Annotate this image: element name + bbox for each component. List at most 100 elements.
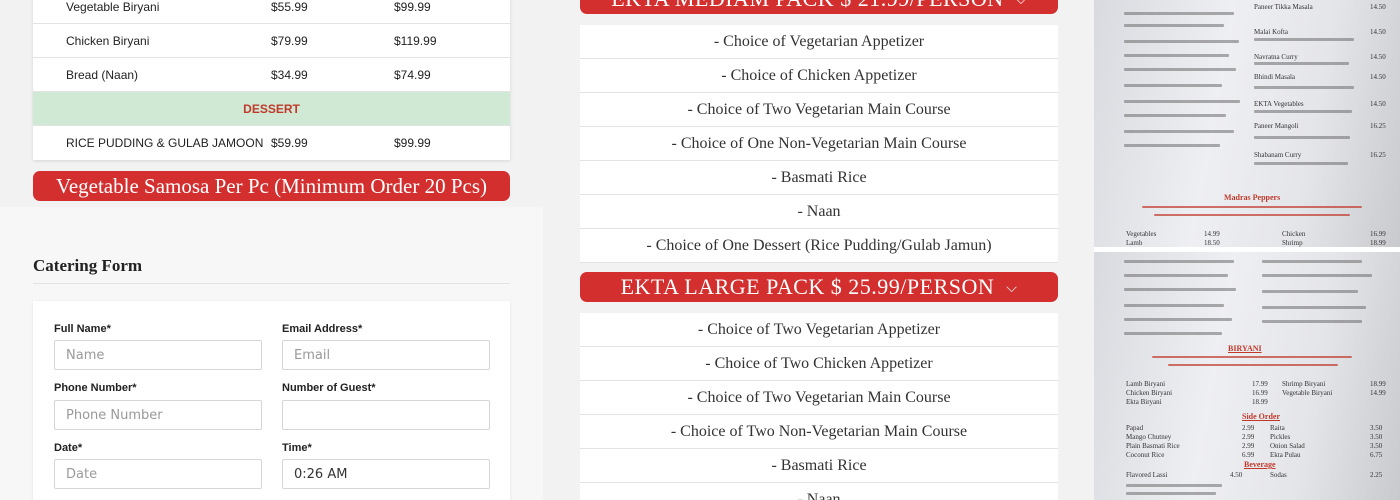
menu-text: Mango Chutney	[1126, 433, 1172, 441]
list-item: - Basmati Rice	[580, 449, 1058, 483]
menu-text: Raita	[1270, 424, 1285, 432]
large-price: $99.99	[394, 136, 431, 150]
table-row: Chicken Biryani $79.99 $119.99	[33, 24, 510, 58]
catering-price-table: Vegetable Biryani $55.99 $99.99 Chicken …	[33, 0, 510, 160]
menu-text: 14.50	[1370, 100, 1386, 108]
guests-input[interactable]	[282, 400, 490, 430]
menu-text: 14.50	[1370, 73, 1386, 81]
time-label: Time*	[282, 442, 312, 454]
menu-text: Pickles	[1270, 433, 1291, 441]
guests-label: Number of Guest*	[282, 382, 376, 394]
large-price: $119.99	[394, 34, 437, 48]
list-item: - Choice of One Non-Vegetarian Main Cour…	[580, 127, 1058, 161]
menu-heading: Beverage	[1244, 460, 1276, 469]
menu-text: 2.99	[1242, 424, 1255, 432]
menu-text: 18.99	[1370, 239, 1386, 247]
menu-text: Shabanam Curry	[1254, 151, 1302, 159]
list-item: - Naan	[580, 483, 1058, 500]
menu-text: Bhindi Masala	[1254, 73, 1296, 81]
date-label: Date*	[54, 442, 83, 454]
phone-label: Phone Number*	[54, 382, 137, 394]
item-name: RICE PUDDING & GULAB JAMOON	[66, 136, 264, 150]
list-item: - Choice of One Dessert (Rice Pudding/Gu…	[580, 229, 1058, 263]
list-item: - Choice of Two Vegetarian Main Course	[580, 93, 1058, 127]
date-input[interactable]	[54, 459, 262, 489]
email-input[interactable]	[282, 340, 490, 370]
menu-text: 16.25	[1370, 122, 1386, 130]
catering-form-section: Catering Form Full Name* Email Address* …	[0, 207, 543, 500]
menu-photo-biryani[interactable]: BIRYANI Lamb Biryani 17.99 Shrimp Biryan…	[1094, 252, 1400, 500]
left-column: Vegetable Biryani $55.99 $99.99 Chicken …	[0, 0, 543, 500]
menu-text: 2.25	[1370, 471, 1383, 479]
menu-text: Ekta Biryani	[1126, 398, 1162, 406]
menu-text: Paneer Tikka Masala	[1254, 3, 1313, 11]
large-pack-items: - Choice of Two Vegetarian Appetizer - C…	[580, 313, 1058, 500]
menu-heading: Side Order	[1242, 412, 1280, 421]
menu-text: 16.25	[1370, 151, 1386, 159]
table-row: Bread (Naan) $34.99 $74.99	[33, 58, 510, 92]
section-label: DESSERT	[243, 102, 300, 116]
list-item: - Choice of Two Vegetarian Main Course	[580, 381, 1058, 415]
list-item: - Choice of Vegetarian Appetizer	[580, 25, 1058, 59]
menu-text: Onion Salad	[1270, 442, 1305, 450]
menu-text: Lamb	[1126, 239, 1143, 247]
menu-text: Sodas	[1270, 471, 1287, 479]
full-name-input[interactable]	[54, 340, 262, 370]
small-price: $55.99	[271, 0, 308, 14]
table-section-header: DESSERT	[33, 92, 510, 126]
list-item: - Choice of Two Non-Vegetarian Main Cour…	[580, 415, 1058, 449]
menu-photo-curries[interactable]: Paneer Tikka Masala 14.50 Malai Kofta 14…	[1094, 0, 1400, 247]
email-label: Email Address*	[282, 323, 363, 335]
menu-text: Plain Basmati Rice	[1126, 442, 1180, 450]
menu-text: 14.50	[1370, 3, 1386, 11]
item-name: Vegetable Biryani	[66, 0, 160, 14]
menu-text: Malai Kofta	[1254, 28, 1289, 36]
menu-text: 6.99	[1242, 451, 1255, 459]
menu-text: Vegetables	[1126, 230, 1157, 238]
menu-text: Shrimp Biryani	[1282, 380, 1326, 388]
menu-text: 14.99	[1204, 230, 1220, 238]
menu-text: 14.50	[1370, 28, 1386, 36]
menu-text: Lamb Biryani	[1126, 380, 1166, 388]
menu-text: 2.99	[1242, 433, 1255, 441]
small-price: $34.99	[271, 68, 308, 82]
medium-pack-toggle[interactable]: EKTA MEDIAM PACK $ 21.99/PERSON ⌵	[580, 0, 1058, 14]
menu-text: Shrimp	[1282, 239, 1303, 247]
menu-text: 18.50	[1204, 239, 1220, 247]
table-row: RICE PUDDING & GULAB JAMOON $59.99 $99.9…	[33, 126, 510, 160]
menu-text: 2.99	[1242, 442, 1255, 450]
form-title: Catering Form	[33, 256, 143, 275]
menu-text: Papad	[1126, 424, 1144, 432]
item-name: Bread (Naan)	[66, 68, 139, 82]
menu-text: 18.99	[1252, 398, 1268, 406]
middle-column: EKTA MEDIAM PACK $ 21.99/PERSON ⌵ - Choic…	[543, 0, 1094, 500]
right-column: Paneer Tikka Masala 14.50 Malai Kofta 14…	[1094, 0, 1400, 500]
medium-pack-items: - Choice of Vegetarian Appetizer - Choic…	[580, 25, 1058, 263]
full-name-label: Full Name*	[54, 323, 111, 335]
menu-text: Flavored Lassi	[1126, 471, 1168, 479]
small-price: $79.99	[271, 34, 308, 48]
phone-input[interactable]	[54, 400, 262, 430]
menu-text: 17.99	[1252, 380, 1268, 388]
large-price: $99.99	[394, 0, 431, 14]
menu-text: 14.50	[1370, 53, 1386, 61]
table-row: Vegetable Biryani $55.99 $99.99	[33, 0, 510, 24]
menu-text: Vegetable Biryani	[1282, 389, 1333, 397]
samosa-banner: Vegetable Samosa Per Pc (Minimum Order 2…	[33, 171, 510, 228]
list-item: - Basmati Rice	[580, 161, 1058, 195]
medium-pack-title: EKTA MEDIAM PACK $ 21.99/PERSON	[611, 0, 1003, 11]
menu-text: 18.99	[1370, 380, 1386, 388]
list-item: - Choice of Two Chicken Appetizer	[580, 347, 1058, 381]
list-item: - Naan	[580, 195, 1058, 229]
menu-text: Chicken Biryani	[1126, 389, 1173, 397]
item-name: Chicken Biryani	[66, 34, 150, 48]
menu-text: 4.50	[1230, 471, 1243, 479]
small-price: $59.99	[271, 136, 308, 150]
large-pack-toggle[interactable]: EKTA LARGE PACK $ 25.99/PERSON ⌵	[580, 272, 1058, 302]
menu-text: 3.50	[1370, 433, 1383, 441]
time-input[interactable]	[282, 459, 490, 489]
menu-text: EKTA Vegetables	[1254, 100, 1304, 108]
menu-text: 3.50	[1370, 442, 1383, 450]
list-item: - Choice of Two Vegetarian Appetizer	[580, 313, 1058, 347]
chevron-down-icon: ⌵	[1015, 0, 1027, 8]
